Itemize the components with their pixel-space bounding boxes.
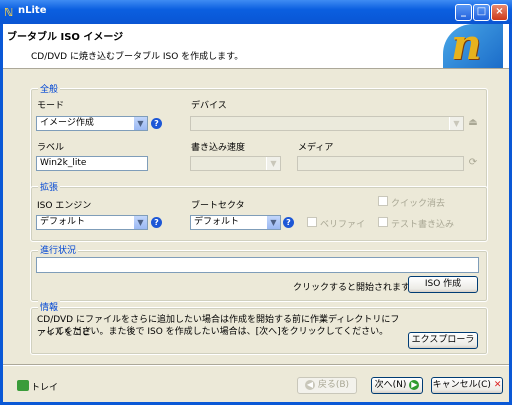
- iso-engine-help-icon[interactable]: ?: [151, 217, 162, 228]
- tray-label[interactable]: トレイ: [31, 380, 58, 393]
- dialog-client: ブータブル ISO イメージ CD/DVD に焼き込むブータブル ISO を作成…: [3, 20, 509, 402]
- progress-bar: [36, 257, 479, 273]
- verify-label: ベリファイ: [320, 220, 366, 230]
- write-speed-select[interactable]: ▼: [190, 156, 281, 171]
- boot-sector-value: デフォルト: [194, 217, 240, 227]
- footer-bar: トレイ ◀ 戻る(B) 次へ(N) ▶ キャンセル(C) ✕: [3, 366, 509, 402]
- general-group: [30, 88, 488, 198]
- cancel-button-label: キャンセル(C): [432, 380, 491, 390]
- advanced-group-label: 拡張: [38, 180, 61, 193]
- minimize-button[interactable]: _: [455, 4, 472, 21]
- maximize-button[interactable]: □: [473, 4, 490, 21]
- next-button-label: 次へ(N): [374, 380, 407, 390]
- tray-icon[interactable]: [17, 380, 29, 391]
- next-arrow-icon: ▶: [409, 379, 420, 390]
- test-write-checkbox[interactable]: [378, 217, 388, 227]
- cancel-x-icon: ✕: [493, 380, 502, 390]
- refresh-icon[interactable]: ⟳: [467, 157, 479, 169]
- nlite-window: ℕ nLite _ □ × ブータブル ISO イメージ CD/DVD に焼き込…: [0, 0, 512, 405]
- write-speed-label: 書き込み速度: [191, 143, 246, 153]
- iso-engine-label: ISO エンジン: [37, 201, 92, 211]
- eject-icon[interactable]: ⏏: [467, 117, 479, 129]
- title-bar[interactable]: ℕ nLite _ □ ×: [0, 0, 512, 24]
- back-button-label: 戻る(B): [317, 380, 350, 390]
- explorer-button[interactable]: エクスプローラ: [408, 332, 478, 349]
- chevron-down-icon: ▼: [133, 216, 147, 229]
- test-write-label: テスト書き込み: [391, 220, 455, 230]
- general-group-label: 全般: [38, 82, 61, 95]
- progress-group-label: 進行状況: [38, 243, 79, 256]
- next-button[interactable]: 次へ(N) ▶: [371, 377, 423, 394]
- page-subtitle: CD/DVD に焼き込むブータブル ISO を作成します。: [31, 52, 244, 62]
- boot-sector-select[interactable]: デフォルト ▼: [190, 215, 281, 230]
- iso-create-button[interactable]: ISO 作成: [408, 276, 478, 293]
- back-arrow-icon: ◀: [304, 379, 315, 390]
- device-label: デバイス: [191, 101, 227, 111]
- advanced-group: [30, 186, 488, 242]
- verify-checkbox[interactable]: [307, 217, 317, 227]
- media-field: [297, 156, 464, 171]
- page-title: ブータブル ISO イメージ: [7, 32, 124, 43]
- cancel-button[interactable]: キャンセル(C) ✕: [431, 377, 503, 394]
- nlite-header-logo-icon: n: [443, 20, 503, 69]
- boot-sector-label: ブートセクタ: [191, 201, 245, 211]
- device-select[interactable]: ▼: [190, 116, 464, 131]
- mode-help-icon[interactable]: ?: [151, 118, 162, 129]
- media-label: メディア: [298, 143, 334, 153]
- label-label: ラベル: [37, 143, 65, 153]
- nlite-logo-icon: ℕ: [4, 6, 14, 19]
- mode-label: モード: [37, 101, 65, 111]
- boot-sector-help-icon[interactable]: ?: [283, 217, 294, 228]
- chevron-down-icon: ▼: [266, 157, 280, 170]
- quick-erase-checkbox[interactable]: [378, 196, 388, 206]
- start-hint: クリックすると開始されます ->: [293, 283, 424, 293]
- chevron-down-icon: ▼: [266, 216, 280, 229]
- chevron-down-icon: ▼: [449, 117, 463, 130]
- back-button[interactable]: ◀ 戻る(B): [297, 377, 357, 394]
- iso-engine-select[interactable]: デフォルト ▼: [36, 215, 148, 230]
- iso-engine-value: デフォルト: [40, 217, 86, 227]
- page-header: ブータブル ISO イメージ CD/DVD に焼き込むブータブル ISO を作成…: [3, 20, 509, 69]
- chevron-down-icon: ▼: [133, 117, 147, 130]
- info-text-line2: ーしてください。また後で ISO を作成したい場合は、[次へ]をクリックしてくだ…: [37, 327, 389, 337]
- quick-erase-label: クイック消去: [391, 199, 446, 209]
- mode-select-value: イメージ作成: [40, 118, 94, 128]
- window-title: nLite: [18, 5, 47, 16]
- close-button[interactable]: ×: [491, 4, 508, 21]
- label-input[interactable]: Win2k_lite: [36, 156, 148, 171]
- mode-select[interactable]: イメージ作成 ▼: [36, 116, 148, 131]
